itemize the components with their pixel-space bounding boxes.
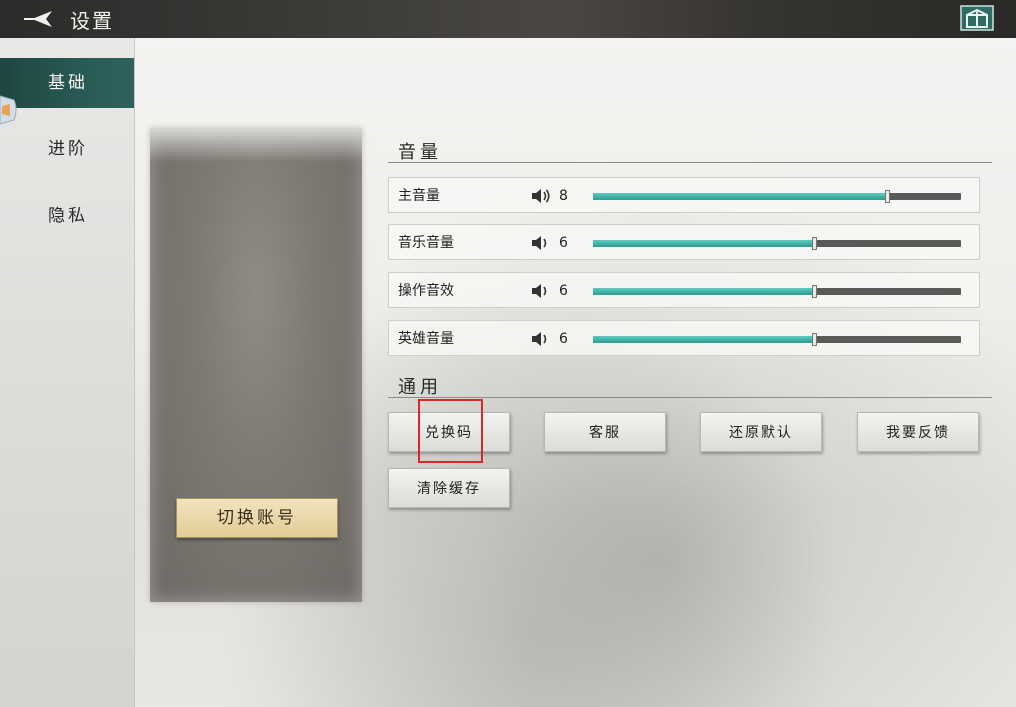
slider-thumb[interactable]	[885, 190, 890, 203]
slider-thumb[interactable]	[812, 237, 817, 250]
volume-value: 8	[559, 188, 568, 204]
slider-thumb[interactable]	[812, 285, 817, 298]
volume-row-hero: 英雄音量 6	[388, 320, 980, 356]
volume-label: 英雄音量	[398, 331, 454, 347]
volume-slider[interactable]	[593, 333, 961, 346]
volume-section-title: 音量	[398, 142, 442, 163]
slider-fill	[593, 240, 814, 247]
restore-defaults-button[interactable]: 还原默认	[700, 412, 822, 452]
speaker-icon[interactable]	[531, 235, 551, 251]
volume-value: 6	[559, 331, 568, 347]
section-divider	[388, 397, 992, 398]
volume-row-master: 主音量 8	[388, 177, 980, 213]
slider-fill	[593, 336, 814, 343]
side-tab-icon[interactable]	[0, 94, 18, 126]
volume-slider[interactable]	[593, 237, 961, 250]
slider-fill	[593, 288, 814, 295]
volume-slider[interactable]	[593, 190, 961, 203]
sidebar-item-basic[interactable]: 基础	[0, 58, 134, 108]
slider-fill	[593, 193, 887, 200]
speaker-icon[interactable]	[531, 188, 551, 204]
slider-thumb[interactable]	[812, 333, 817, 346]
speaker-icon[interactable]	[531, 331, 551, 347]
volume-slider[interactable]	[593, 285, 961, 298]
volume-label: 操作音效	[398, 283, 454, 299]
sidebar: 基础 进阶 隐私	[0, 38, 135, 707]
back-arrow-icon[interactable]	[22, 7, 56, 31]
page-title: 设置	[70, 9, 114, 33]
switch-account-button[interactable]: 切换账号	[176, 498, 338, 538]
volume-label: 主音量	[398, 188, 440, 204]
top-bar: 设置	[0, 0, 1016, 41]
sidebar-item-label: 进阶	[48, 139, 88, 159]
section-divider	[388, 162, 992, 163]
general-section-title: 通用	[398, 377, 442, 398]
volume-row-music: 音乐音量 6	[388, 224, 980, 260]
highlight-box	[418, 399, 483, 463]
speaker-icon[interactable]	[531, 283, 551, 299]
volume-value: 6	[559, 235, 568, 251]
sidebar-item-privacy[interactable]: 隐私	[0, 191, 134, 241]
gift-box-icon[interactable]	[960, 4, 994, 32]
sidebar-item-advanced[interactable]: 进阶	[0, 124, 134, 174]
volume-label: 音乐音量	[398, 235, 454, 251]
volume-row-sfx: 操作音效 6	[388, 272, 980, 308]
customer-service-button[interactable]: 客服	[544, 412, 666, 452]
clear-cache-button[interactable]: 清除缓存	[388, 468, 510, 508]
sidebar-item-label: 基础	[48, 73, 88, 93]
sidebar-item-label: 隐私	[48, 206, 88, 226]
feedback-button[interactable]: 我要反馈	[857, 412, 979, 452]
volume-value: 6	[559, 283, 568, 299]
